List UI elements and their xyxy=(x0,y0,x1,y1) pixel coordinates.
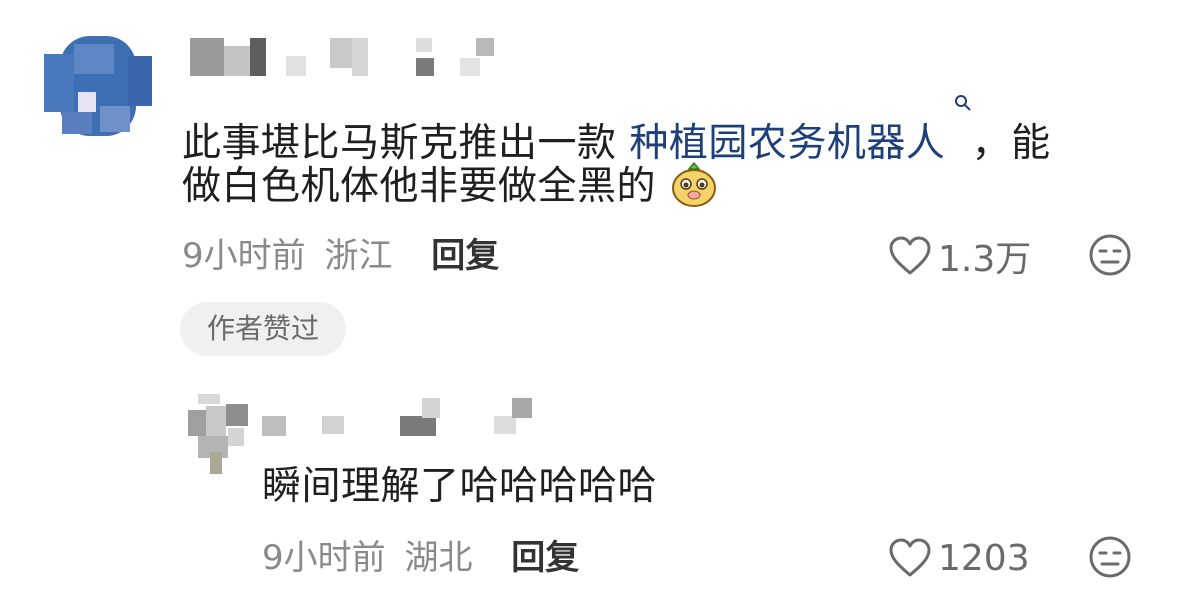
author-liked-badge: 作者赞过 xyxy=(180,302,346,356)
comment-time: 9小时前 xyxy=(182,236,306,276)
unamused-face-icon[interactable] xyxy=(1088,535,1132,579)
comment-meta: 9小时前 浙江 回复 xyxy=(182,232,499,280)
unamused-face-icon[interactable] xyxy=(1088,233,1132,277)
username-blurred[interactable] xyxy=(262,398,542,438)
comment-location: 浙江 xyxy=(324,236,393,276)
comment-time: 9小时前 xyxy=(262,538,386,578)
comment-text-part: 做白色机体他非要做全黑的 xyxy=(182,164,657,209)
username-blurred[interactable] xyxy=(190,38,500,78)
avatar[interactable] xyxy=(188,394,250,474)
comment-text: 瞬间理解了哈哈哈哈哈 xyxy=(262,464,658,509)
comment-meta: 9小时前 湖北 回复 xyxy=(262,534,579,582)
avatar[interactable] xyxy=(44,36,152,136)
comment-location: 湖北 xyxy=(404,538,473,578)
heart-icon[interactable] xyxy=(888,236,932,276)
comment-text-line2: 做白色机体他非要做全黑的 xyxy=(182,156,719,218)
search-icon[interactable] xyxy=(947,95,971,139)
reply-button[interactable]: 回复 xyxy=(511,538,579,578)
like-button[interactable]: 1203 xyxy=(888,534,1030,582)
comment-text-part: ，能 xyxy=(971,121,1051,166)
like-count: 1203 xyxy=(938,537,1030,579)
reply-button[interactable]: 回复 xyxy=(431,236,499,276)
like-count: 1.3万 xyxy=(938,239,1032,280)
heart-icon[interactable] xyxy=(888,538,932,578)
like-button[interactable]: 1.3万 xyxy=(888,232,1031,280)
bear-sticker-icon xyxy=(669,159,719,209)
